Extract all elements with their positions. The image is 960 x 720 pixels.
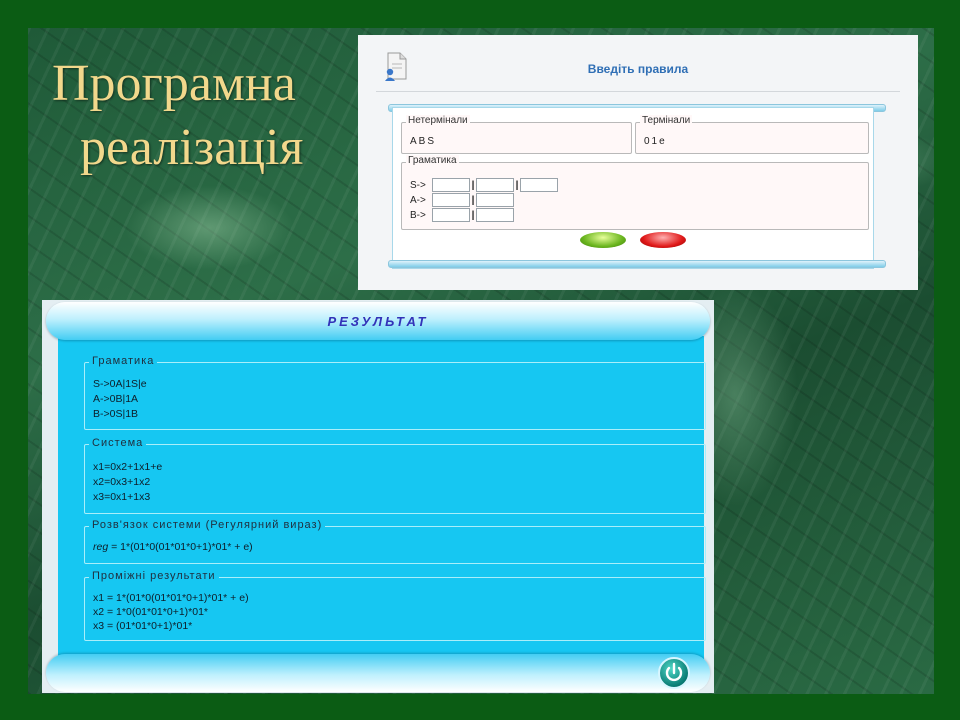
- rule-lhs-a: A->: [410, 194, 426, 206]
- nonterminals-label: Нетермінали: [406, 115, 470, 126]
- reg-prefix: reg: [93, 541, 109, 553]
- terminals-label: Термінали: [640, 115, 693, 126]
- result-grammar-line-1: S->0A|1S|e: [93, 378, 147, 390]
- ok-button[interactable]: [580, 232, 626, 248]
- dialog-title: Введіть правила: [587, 62, 689, 76]
- reg-expression: = 1*(01*0(01*01*0+1)*01* + e): [108, 541, 253, 553]
- header-divider: [376, 91, 900, 92]
- intermediate-line-2: x2 = 1*0(01*01*0+1)*01*: [93, 606, 209, 618]
- intermediate-line-3: x3 = (01*01*0+1)*01*: [93, 620, 193, 632]
- rule-s-field-3[interactable]: [520, 178, 558, 192]
- rule-a-field-1[interactable]: [432, 193, 470, 207]
- result-body: Граматика S->0A|1S|e A->0B|1A B->0S|1B С…: [58, 336, 706, 661]
- slide-title: Програмна реалізація: [52, 52, 352, 180]
- slide-title-line2: реалізація: [80, 119, 304, 176]
- result-title: РЕЗУЛЬТАТ: [327, 314, 429, 329]
- result-system-group: Система x1=0x2+1x1+e x2=0x3+1x2 x3=0x1+1…: [84, 437, 706, 514]
- power-button[interactable]: [658, 657, 690, 689]
- rule-lhs-s: S->: [410, 179, 426, 191]
- grammar-label: Граматика: [406, 155, 459, 166]
- dialog-header: Введіть правила: [358, 35, 918, 95]
- rule-lhs-b: B->: [410, 209, 426, 221]
- result-window: Граматика S->0A|1S|e A->0B|1A B->0S|1B С…: [42, 300, 714, 693]
- result-grammar-group: Граматика S->0A|1S|e A->0B|1A B->0S|1B: [84, 355, 706, 430]
- rule-a-field-2[interactable]: [476, 193, 514, 207]
- rule-row-s: S-> | |: [410, 178, 558, 192]
- result-grammar-line-2: A->0B|1A: [93, 393, 139, 405]
- intermediate-line-1: x1 = 1*(01*0(01*01*0+1)*01* + e): [93, 592, 249, 604]
- result-title-bar: РЕЗУЛЬТАТ: [46, 302, 710, 340]
- terminals-group: Термінали 01e: [635, 115, 869, 154]
- result-solution-label: Розв'язок системи (Регулярний вираз): [89, 519, 326, 531]
- result-bottom-bar: [46, 654, 710, 692]
- result-grammar-label: Граматика: [89, 355, 158, 367]
- rule-b-field-1[interactable]: [432, 208, 470, 222]
- result-system-line-1: x1=0x2+1x1+e: [93, 461, 163, 473]
- nonterminals-group: Нетермінали ABS: [401, 115, 632, 154]
- result-system-line-2: x2=0x3+1x2: [93, 476, 151, 488]
- input-rules-dialog: Введіть правила Нетермінали ABS Термінал…: [358, 35, 918, 290]
- cancel-button[interactable]: [640, 232, 686, 248]
- slide-title-line1: Програмна: [52, 55, 296, 112]
- grammar-group: Граматика S-> | | A-> | B-> |: [401, 155, 869, 230]
- result-system-label: Система: [89, 437, 147, 449]
- result-intermediate-group: Проміжні результати x1 = 1*(01*0(01*01*0…: [84, 570, 706, 641]
- rule-s-field-2[interactable]: [476, 178, 514, 192]
- rule-row-a: A-> |: [410, 193, 514, 207]
- power-icon: [665, 662, 683, 682]
- rule-b-field-2[interactable]: [476, 208, 514, 222]
- result-system-line-3: x3=0x1+1x3: [93, 491, 151, 503]
- nonterminals-value[interactable]: ABS: [410, 136, 436, 147]
- result-intermediate-label: Проміжні результати: [89, 570, 219, 582]
- rules-panel: Нетермінали ABS Термінали 01e Граматика …: [392, 107, 874, 269]
- result-solution-group: Розв'язок системи (Регулярний вираз) reg…: [84, 519, 706, 564]
- panel-bottom-bar: [388, 260, 886, 268]
- regular-expression: reg = 1*(01*0(01*01*0+1)*01* + e): [93, 540, 253, 555]
- rule-s-field-1[interactable]: [432, 178, 470, 192]
- result-grammar-line-3: B->0S|1B: [93, 408, 139, 420]
- terminals-value[interactable]: 01e: [644, 136, 667, 147]
- rule-row-b: B-> |: [410, 208, 514, 222]
